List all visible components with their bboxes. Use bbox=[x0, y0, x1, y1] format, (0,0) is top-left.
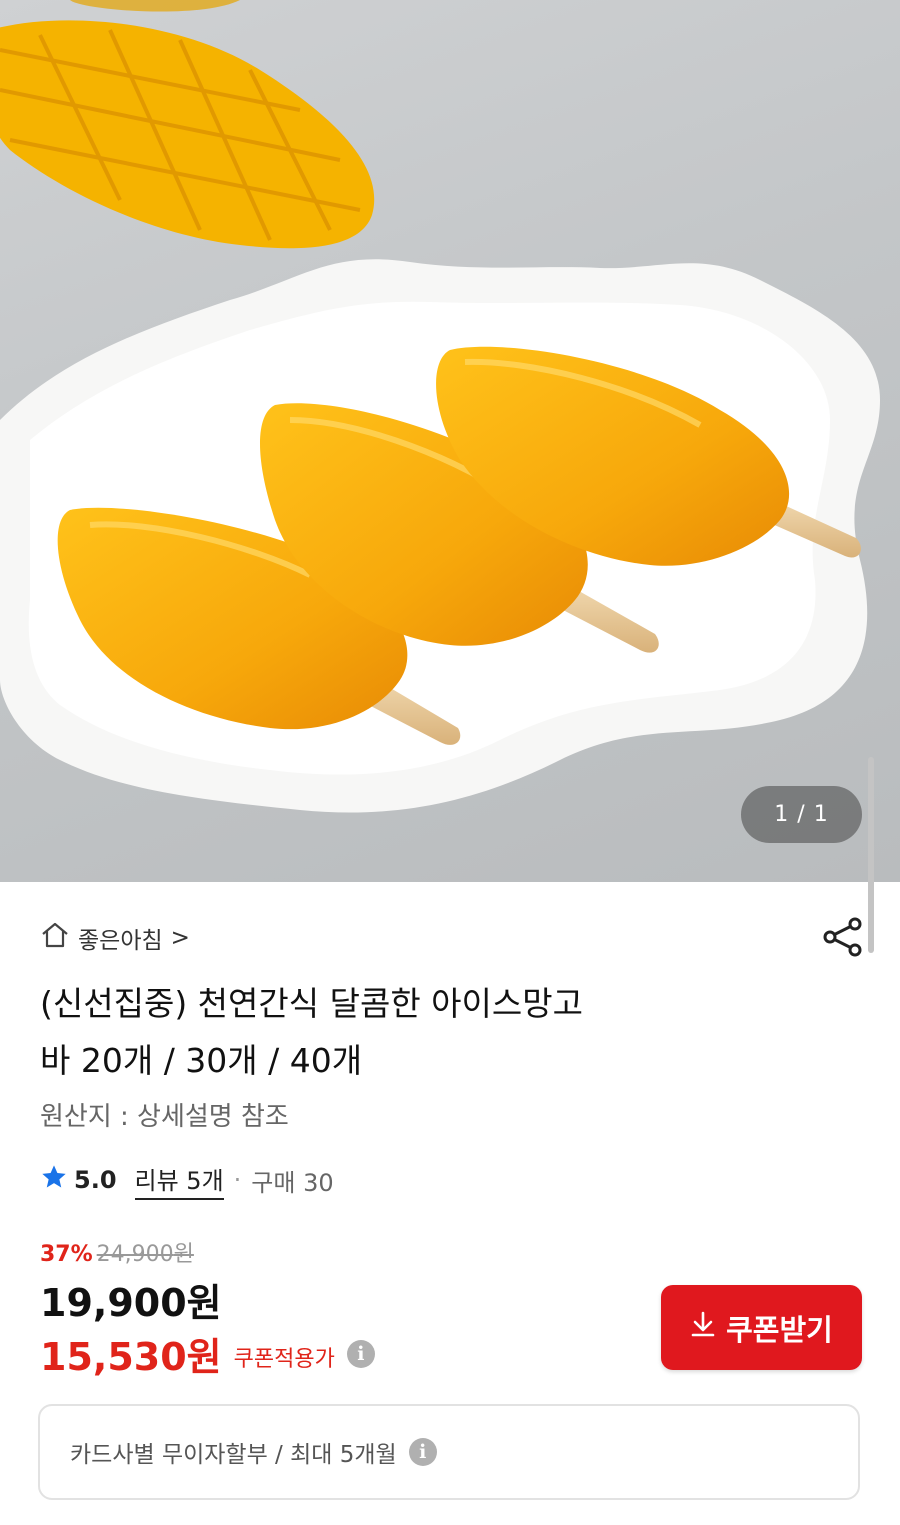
home-icon bbox=[40, 920, 70, 956]
review-link[interactable]: 리뷰 5개 bbox=[134, 1161, 224, 1200]
price-block: 37% 24,900원 bbox=[40, 1236, 194, 1268]
separator-dot: · bbox=[233, 1166, 242, 1194]
installment-info[interactable]: 카드사별 무이자할부 / 최대 5개월 i bbox=[38, 1404, 860, 1500]
product-title-line2: 바 20개 / 30개 / 40개 bbox=[40, 1041, 363, 1080]
coupon-button-label: 쿠폰받기 bbox=[726, 1314, 833, 1347]
original-price: 24,900원 bbox=[97, 1236, 194, 1268]
original-price-unit: 원 bbox=[173, 1242, 194, 1267]
cut-mango bbox=[0, 0, 375, 249]
image-counter: 1 / 1 bbox=[741, 786, 862, 843]
product-image[interactable]: 1 / 1 bbox=[0, 0, 900, 882]
product-title-line1: (신선집중) 천연간식 달콤한 아이스망고 bbox=[40, 984, 583, 1023]
discount-rate: 37% bbox=[40, 1242, 93, 1267]
coupon-price-label: 쿠폰적용가 bbox=[233, 1346, 335, 1372]
chevron-right-icon: > bbox=[170, 925, 190, 951]
info-icon[interactable]: i bbox=[346, 1339, 375, 1368]
product-photo bbox=[0, 0, 880, 813]
share-button[interactable] bbox=[820, 914, 866, 960]
download-arrow-icon bbox=[690, 1310, 716, 1346]
installment-info-icon[interactable]: i bbox=[408, 1438, 437, 1466]
share-icon bbox=[823, 917, 862, 957]
purchase-count: 구매 30 bbox=[251, 1168, 334, 1197]
store-name: 좋은아침 bbox=[78, 928, 163, 954]
coupon-download-button[interactable]: 쿠폰받기 bbox=[661, 1285, 862, 1370]
star-icon bbox=[40, 1163, 68, 1197]
installment-text: 카드사별 무이자할부 / 최대 5개월 bbox=[70, 1442, 397, 1468]
origin-info: 원산지 : 상세설명 참조 bbox=[40, 1102, 289, 1132]
discount-line: 37% 24,900원 bbox=[40, 1236, 194, 1268]
coupon-price: 15,530원 bbox=[40, 1335, 222, 1379]
rating-row: 5.0 리뷰 5개 · 구매 30 bbox=[40, 1160, 334, 1200]
original-price-value: 24,900 bbox=[96, 1242, 174, 1267]
sale-price: 19,900원 bbox=[40, 1281, 222, 1325]
scrollbar[interactable] bbox=[868, 757, 874, 953]
rating-score: 5.0 bbox=[74, 1166, 117, 1194]
product-title: (신선집중) 천연간식 달콤한 아이스망고 바 20개 / 30개 / 40개 bbox=[40, 975, 820, 1089]
store-link[interactable]: 좋은아침 > bbox=[40, 918, 190, 958]
coupon-price-row: 15,530원 쿠폰적용가 i bbox=[40, 1326, 375, 1381]
